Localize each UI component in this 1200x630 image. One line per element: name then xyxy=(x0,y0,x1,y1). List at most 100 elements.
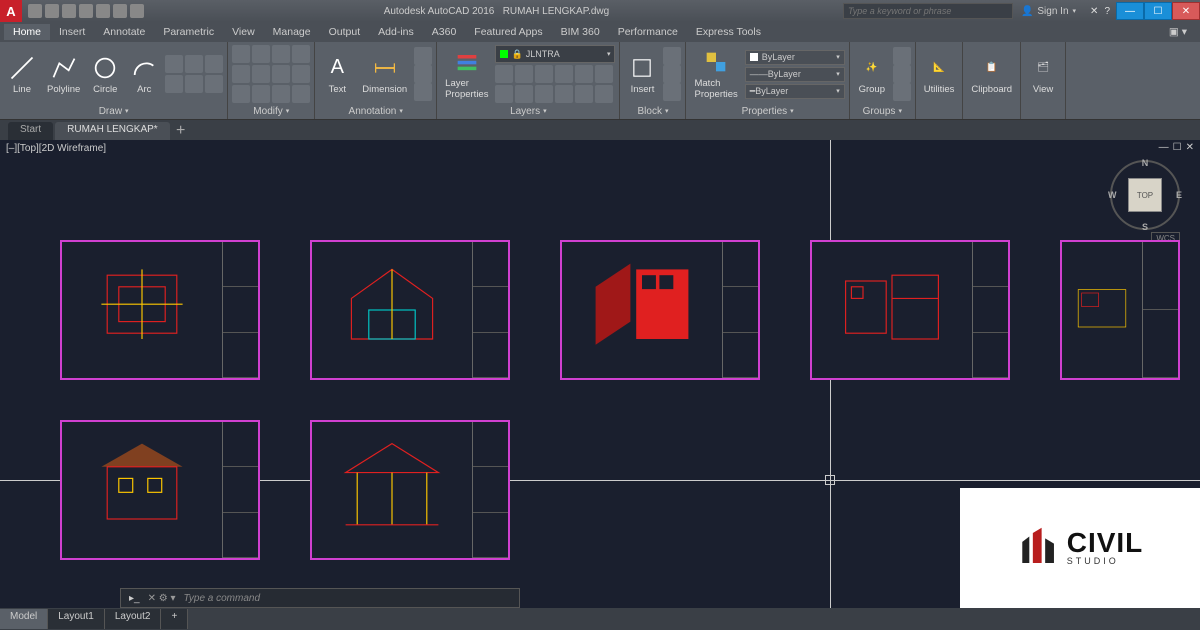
layer-icon[interactable] xyxy=(515,85,533,103)
offset-icon[interactable] xyxy=(292,85,310,103)
layer-dropdown[interactable]: 🔒 JLNTRA▾ xyxy=(495,45,615,63)
viewcube[interactable]: TOP N S E W xyxy=(1110,160,1180,230)
arc-button[interactable]: Arc xyxy=(126,52,162,97)
layer-icon[interactable] xyxy=(515,65,533,83)
viewport-minimize-icon[interactable]: — xyxy=(1159,142,1169,153)
panel-title[interactable]: Layers xyxy=(441,104,615,118)
color-dropdown[interactable]: ByLayer▾ xyxy=(745,50,845,65)
tab-express[interactable]: Express Tools xyxy=(687,24,770,40)
layout-tab-2[interactable]: Layout2 xyxy=(105,609,162,629)
utilities-button[interactable]: 📐Utilities xyxy=(920,52,959,97)
qat-plot-icon[interactable] xyxy=(96,4,110,18)
tab-output[interactable]: Output xyxy=(320,24,370,40)
panel-title[interactable]: Block xyxy=(624,104,681,118)
exchange-icon[interactable]: ✕ xyxy=(1090,6,1098,17)
polyline-button[interactable]: Polyline xyxy=(43,52,84,97)
layer-icon[interactable] xyxy=(595,85,613,103)
clipboard-button[interactable]: 📋Clipboard xyxy=(967,52,1016,97)
layer-icon[interactable] xyxy=(495,65,513,83)
erase-icon[interactable] xyxy=(292,45,310,63)
draw-small-icon[interactable] xyxy=(165,75,183,93)
draw-small-icon[interactable] xyxy=(205,75,223,93)
draw-small-icon[interactable] xyxy=(185,75,203,93)
layer-icon[interactable] xyxy=(595,65,613,83)
compass-n[interactable]: N xyxy=(1142,158,1149,168)
qat-new-icon[interactable] xyxy=(28,4,42,18)
layer-icon[interactable] xyxy=(495,85,513,103)
viewport-label[interactable]: [–][Top][2D Wireframe] xyxy=(6,143,106,154)
layer-icon[interactable] xyxy=(535,65,553,83)
group-button[interactable]: ✨Group xyxy=(854,52,890,97)
match-properties-button[interactable]: Match Properties xyxy=(690,46,741,102)
layer-icon[interactable] xyxy=(575,65,593,83)
layout-tab-model[interactable]: Model xyxy=(0,609,48,629)
help-icon[interactable]: ? xyxy=(1104,6,1110,17)
panel-title[interactable]: Groups xyxy=(854,104,911,118)
tab-bim360[interactable]: BIM 360 xyxy=(552,24,609,40)
drawing-sheet[interactable] xyxy=(310,240,510,380)
drawing-sheet[interactable] xyxy=(560,240,760,380)
help-search-input[interactable] xyxy=(843,3,1013,19)
drawing-sheet[interactable] xyxy=(60,240,260,380)
group-bb-icon[interactable] xyxy=(893,83,911,101)
layout-tab-1[interactable]: Layout1 xyxy=(48,609,105,629)
move-icon[interactable] xyxy=(232,45,250,63)
explode-icon[interactable] xyxy=(292,65,310,83)
leader-icon[interactable] xyxy=(414,47,432,65)
drawing-sheet[interactable] xyxy=(810,240,1010,380)
edit-block-icon[interactable] xyxy=(663,65,681,83)
scale-icon[interactable] xyxy=(252,85,270,103)
rotate-icon[interactable] xyxy=(252,45,270,63)
tab-manage[interactable]: Manage xyxy=(264,24,320,40)
compass-w[interactable]: W xyxy=(1108,190,1117,200)
layer-icon[interactable] xyxy=(575,85,593,103)
panel-title[interactable]: Properties xyxy=(690,104,844,118)
tab-home[interactable]: Home xyxy=(4,24,50,40)
tab-annotate[interactable]: Annotate xyxy=(94,24,154,40)
linetype-dropdown[interactable]: —— ByLayer▾ xyxy=(745,67,845,82)
viewcube-face[interactable]: TOP xyxy=(1128,178,1162,212)
signin-button[interactable]: 👤 Sign In ▾ xyxy=(1013,6,1084,17)
layer-icon[interactable] xyxy=(555,65,573,83)
qat-undo-icon[interactable] xyxy=(113,4,127,18)
maximize-button[interactable]: ☐ xyxy=(1144,2,1172,20)
mtext-icon[interactable] xyxy=(414,83,432,101)
attr-block-icon[interactable] xyxy=(663,83,681,101)
layer-icon[interactable] xyxy=(555,85,573,103)
mirror-icon[interactable] xyxy=(252,65,270,83)
close-button[interactable]: ✕ xyxy=(1172,2,1200,20)
ribbon-collapse-icon[interactable]: ▣ ▾ xyxy=(1160,24,1196,40)
viewport-close-icon[interactable]: ✕ xyxy=(1186,142,1194,153)
drawing-sheet[interactable] xyxy=(1060,240,1180,380)
tab-insert[interactable]: Insert xyxy=(50,24,94,40)
line-button[interactable]: Line xyxy=(4,52,40,97)
create-block-icon[interactable] xyxy=(663,47,681,65)
drawing-sheet[interactable] xyxy=(310,420,510,560)
qat-saveas-icon[interactable] xyxy=(79,4,93,18)
array-icon[interactable] xyxy=(272,85,290,103)
tab-addins[interactable]: Add-ins xyxy=(369,24,423,40)
compass-s[interactable]: S xyxy=(1142,222,1148,232)
layer-properties-button[interactable]: Layer Properties xyxy=(441,46,492,102)
app-menu-button[interactable]: A xyxy=(0,0,22,22)
compass-e[interactable]: E xyxy=(1176,190,1182,200)
tab-a360[interactable]: A360 xyxy=(423,24,466,40)
command-line[interactable]: ▸_ ✕ ⚙ ▾ Type a command xyxy=(120,588,520,608)
lineweight-dropdown[interactable]: ━ ByLayer▾ xyxy=(745,84,845,99)
circle-button[interactable]: Circle xyxy=(87,52,123,97)
tab-performance[interactable]: Performance xyxy=(609,24,687,40)
draw-small-icon[interactable] xyxy=(165,55,183,73)
file-tab-current[interactable]: RUMAH LENGKAP* xyxy=(55,122,170,140)
insert-block-button[interactable]: Insert xyxy=(624,52,660,97)
tab-parametric[interactable]: Parametric xyxy=(154,24,223,40)
drawing-sheet[interactable] xyxy=(60,420,260,560)
ungroup-icon[interactable] xyxy=(893,47,911,65)
panel-title[interactable]: Modify xyxy=(232,104,310,118)
qat-redo-icon[interactable] xyxy=(130,4,144,18)
copy-icon[interactable] xyxy=(232,65,250,83)
layer-icon[interactable] xyxy=(535,85,553,103)
stretch-icon[interactable] xyxy=(232,85,250,103)
tab-view[interactable]: View xyxy=(223,24,264,40)
trim-icon[interactable] xyxy=(272,45,290,63)
dimension-button[interactable]: Dimension xyxy=(358,52,411,97)
